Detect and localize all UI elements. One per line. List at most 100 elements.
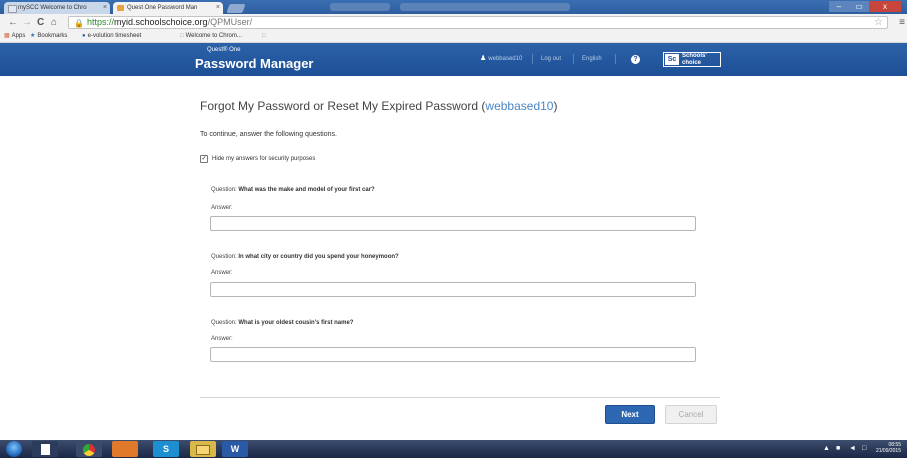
new-tab-button[interactable] (226, 4, 246, 13)
apps-grid-icon: ▦ (4, 33, 10, 39)
header-separator (532, 54, 533, 64)
taskbar-app-word[interactable]: W (222, 441, 248, 457)
logo-text-line2: choice (682, 59, 702, 66)
answer-input-1[interactable] (210, 216, 696, 231)
folder-icon (196, 444, 210, 455)
chrome-icon (83, 443, 95, 456)
star-icon: ★ (30, 33, 36, 39)
schools-choice-logo: Sc Schools' choice (663, 52, 721, 67)
taskbar-app-outlook[interactable] (112, 441, 138, 457)
taskbar-app-skype[interactable]: S (153, 441, 179, 457)
word-icon: W (230, 444, 240, 454)
window-title-blur (400, 3, 570, 11)
logo-text: Schools' choice (682, 53, 707, 66)
answer-input-3[interactable] (210, 347, 696, 362)
header-separator (615, 54, 616, 64)
question-text: What was the make and model of your firs… (238, 187, 375, 193)
help-icon[interactable]: ? (631, 55, 640, 64)
hide-answers-label: Hide my answers for security purposes (212, 156, 316, 162)
next-button[interactable]: Next (605, 405, 655, 424)
minimize-button[interactable]: – (829, 1, 849, 12)
logout-link[interactable]: Log out (541, 54, 561, 64)
question-label: Question: What was the make and model of… (211, 187, 375, 193)
user-icon: ♟ (480, 55, 487, 62)
question-prefix: Question: (211, 254, 237, 260)
taskbar-app-chrome[interactable] (76, 441, 102, 457)
question-text: In what city or country did you spend yo… (238, 254, 399, 260)
user-link[interactable]: ♟ webbased10 (480, 54, 522, 64)
taskbar-app-explorer[interactable] (32, 441, 58, 457)
maximize-button[interactable]: ▭ (849, 1, 869, 12)
page-icon[interactable]: □ (262, 31, 266, 42)
bookmark-bookmarks[interactable]: ★ Bookmarks (30, 31, 67, 42)
title-suffix: ) (553, 99, 558, 113)
bookmark-label: Apps (11, 33, 26, 39)
tab-close-icon[interactable]: × (216, 2, 220, 14)
browser-toolbar: ← → C ⌂ 🔒 https://myid.schoolschoice.org… (0, 14, 907, 31)
bookmark-label: e-volution timesheet (87, 33, 142, 39)
title-prefix: Forgot My Password or Reset My Expired P… (200, 99, 486, 113)
tab-myscc[interactable]: mySCC Welcome to Chro × (4, 2, 110, 14)
site-header: Quest® One Password Manager ♟ webbased10 … (0, 43, 907, 76)
hide-answers-row[interactable]: ✓ Hide my answers for security purposes (200, 155, 315, 163)
tray-volume-icon[interactable]: ◄ (849, 442, 856, 456)
logo-mark: Sc (665, 54, 679, 65)
language-link[interactable]: English (582, 54, 602, 64)
logo-text-line1: Schools' (682, 53, 707, 59)
back-arrow-icon[interactable]: ← (8, 15, 18, 30)
lock-icon: 🔒 (74, 19, 84, 28)
home-icon[interactable]: ⌂ (51, 15, 57, 30)
header-separator (573, 54, 574, 64)
globe-icon: ● (82, 33, 86, 39)
close-window-button[interactable]: x (869, 1, 901, 12)
browser-tab-strip: mySCC Welcome to Chro × Quest One Passwo… (0, 0, 907, 14)
tray-action-center-icon[interactable]: □ (862, 442, 866, 456)
quest-favicon-icon (117, 5, 124, 11)
brand-subtitle: Quest® One (207, 47, 241, 53)
page-title: Forgot My Password or Reset My Expired P… (200, 99, 557, 113)
form-divider (200, 397, 720, 398)
document-icon (40, 444, 50, 456)
bookmark-apps[interactable]: ▦ Apps (4, 31, 25, 42)
question-label: Question: In what city or country did yo… (211, 254, 399, 260)
bookmarks-bar: ▦ Apps ★ Bookmarks ● e-volution timesheet □… (0, 31, 907, 43)
tray-arrow-icon[interactable]: ▲ (823, 442, 830, 456)
cancel-button[interactable]: Cancel (665, 405, 717, 424)
bookmark-welcome[interactable]: □ Welcome to Chrom... (180, 31, 242, 42)
window-title-blur (330, 3, 390, 11)
bookmark-label: Welcome to Chrom... (185, 33, 242, 39)
tab-title: mySCC Welcome to Chro (18, 5, 87, 11)
answer-label: Answer: (211, 336, 233, 342)
bookmark-star-icon[interactable]: ☆ (874, 17, 883, 28)
address-bar[interactable]: 🔒 https://myid.schoolschoice.org/QPMUser… (68, 16, 888, 29)
tab-close-icon[interactable]: × (103, 2, 107, 14)
taskbar-app-folder[interactable] (190, 441, 216, 457)
forward-arrow-icon[interactable]: → (22, 15, 32, 30)
window-controls: – ▭ x (829, 1, 901, 12)
title-username-link[interactable]: webbased10 (485, 99, 553, 113)
taskbar-clock[interactable]: 08:55 21/09/2015 (876, 442, 901, 454)
start-button[interactable] (6, 441, 22, 457)
url-host: myid.schoolschoice.org (114, 17, 208, 27)
url-protocol: https:// (87, 17, 115, 27)
question-text: What is your oldest cousin's first name? (238, 320, 354, 326)
question-prefix: Question: (211, 320, 237, 326)
tray-network-icon[interactable]: ■ (836, 442, 840, 456)
hide-answers-checkbox[interactable]: ✓ (200, 155, 208, 163)
windows-taskbar: S W ▲ ■ ◄ □ 08:55 21/09/2015 (0, 440, 907, 458)
clock-date: 21/09/2015 (875, 448, 901, 454)
username: webbased10 (488, 56, 523, 62)
page-icon: □ (180, 33, 184, 39)
answer-input-2[interactable] (210, 282, 696, 297)
url-path: /QPMUser/ (207, 17, 253, 27)
question-label: Question: What is your oldest cousin's f… (211, 320, 353, 326)
question-prefix: Question: (211, 187, 237, 193)
tab-title: Quest One Password Man (127, 5, 198, 11)
menu-icon[interactable]: ≡ (899, 15, 905, 30)
bookmark-timesheet[interactable]: ● e-volution timesheet (82, 31, 141, 42)
answer-label: Answer: (211, 205, 233, 211)
answer-label: Answer: (211, 270, 233, 276)
tab-password-manager[interactable]: Quest One Password Man × (113, 2, 223, 14)
reload-icon[interactable]: C (37, 15, 44, 30)
brand-title: Password Manager (195, 56, 314, 71)
